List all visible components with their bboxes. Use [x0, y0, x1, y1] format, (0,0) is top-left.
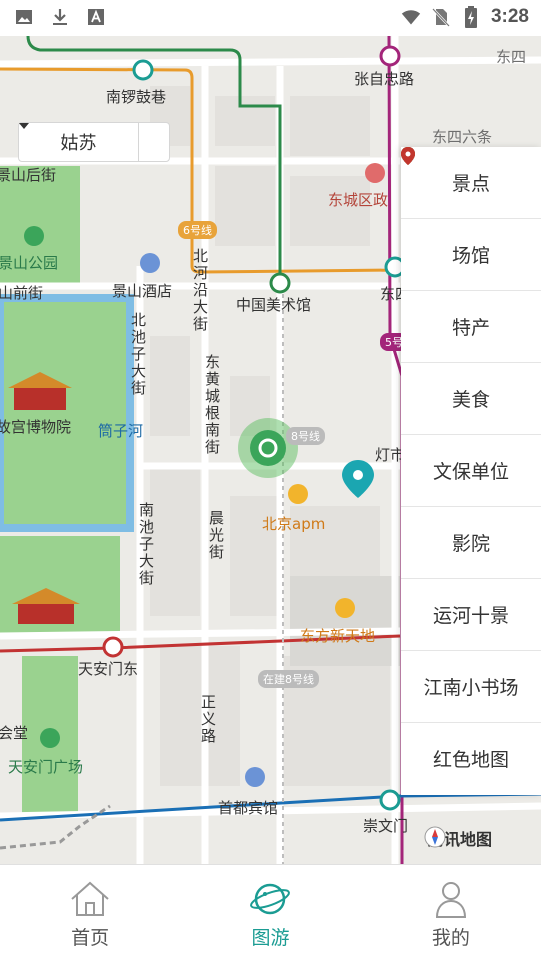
tab-map-tour[interactable]: 图游 [180, 865, 360, 963]
map-label-beichizi: 北池子大街 [129, 312, 147, 397]
city-select-value: 姑苏 [60, 133, 97, 154]
map-label-dongfangxintiandi: 东方新天地 [300, 627, 376, 645]
map-label-beiheyan: 北河沿大街 [191, 248, 209, 333]
map-view[interactable]: 南锣鼓巷 张自忠路 东四 东四六条 景山后街 东城区政 景山公园 6号线 山前街… [0, 36, 541, 864]
category-scenic-spot[interactable]: 景点 [401, 147, 541, 219]
status-bar: 3:28 [0, 0, 541, 36]
wifi-icon [401, 7, 421, 27]
map-label-nanluoguxiang: 南锣鼓巷 [106, 88, 167, 106]
subway-badge-line6: 6号线 [178, 221, 217, 239]
map-label-jingshanjiudian: 景山酒店 [112, 282, 173, 300]
map-label-zhengyilu: 正义路 [199, 694, 217, 745]
map-label-jingshanhoujie: 景山后街 [0, 166, 57, 184]
home-icon [71, 881, 109, 916]
map-pin-icon [401, 147, 415, 165]
clock: 3:28 [490, 6, 529, 27]
category-specialty[interactable]: 特产 [401, 147, 541, 363]
map-label-zhangzizhonglu: 张自忠路 [354, 70, 415, 88]
category-heritage[interactable]: 文保单位 [401, 147, 541, 507]
category-cinema[interactable]: 影院 [401, 147, 541, 579]
subway-badge-line8-building: 在建8号线 [258, 670, 319, 688]
category-red-map[interactable]: 红色地图 [401, 147, 541, 794]
no-sim-icon [431, 7, 451, 27]
text-notification-icon [86, 7, 106, 27]
map-label-shoudubinguan: 首都宾馆 [218, 799, 279, 817]
map-label-dongchengqu: 东城区政 [328, 191, 389, 209]
category-venue[interactable]: 场馆 [401, 147, 541, 291]
tencent-map-logo: 腾讯地图 [424, 826, 492, 850]
map-label-dongsi: 东四 [496, 48, 527, 66]
map-label-chongwenmen: 崇文门 [363, 817, 409, 835]
category-food[interactable]: 美食 [401, 147, 541, 435]
city-select[interactable]: 姑苏 [18, 122, 170, 162]
tab-home[interactable]: 首页 [0, 865, 180, 963]
chevron-down-icon[interactable] [19, 123, 169, 161]
category-storytelling-hall[interactable]: 江南小书场 [401, 147, 541, 723]
bottom-tab-bar: 首页 图游 我的 [0, 864, 541, 963]
battery-charging-icon [461, 6, 481, 28]
map-label-dongsiliutiao: 东四六条 [432, 128, 493, 146]
map-label-gugong: 故宫博物院 [0, 418, 72, 436]
subway-badge-line8: 8号线 [286, 427, 325, 445]
map-label-jingshangongyuan: 景山公园 [0, 254, 59, 272]
map-label-beijingapm: 北京apm [262, 515, 326, 533]
map-label-huitang: 会堂 [0, 724, 29, 742]
map-label-chenguang: 晨光街 [207, 510, 225, 561]
download-icon [50, 7, 70, 27]
map-label-donghuangcheng: 东黄城根南街 [203, 354, 221, 456]
map-label-tiananmenguangchang: 天安门广场 [8, 758, 84, 776]
map-label-tongzihe: 筒子河 [98, 422, 144, 440]
planet-icon [250, 883, 291, 914]
map-label-zhongguomeishuguan: 中国美术馆 [236, 296, 312, 314]
user-icon [435, 881, 466, 918]
map-label-tiananmendong: 天安门东 [78, 660, 139, 678]
category-panel: 景点 场馆 特产 美食 文保单位 影院 运河十景 江南小书场 红色地图 [401, 147, 541, 795]
category-canal-scenes[interactable]: 运河十景 [401, 147, 541, 651]
tab-profile[interactable]: 我的 [361, 865, 541, 963]
map-label-jingshanqianjie: 山前街 [0, 284, 44, 302]
image-notification-icon [14, 7, 34, 27]
map-label-nanchizi: 南池子大街 [137, 502, 155, 587]
